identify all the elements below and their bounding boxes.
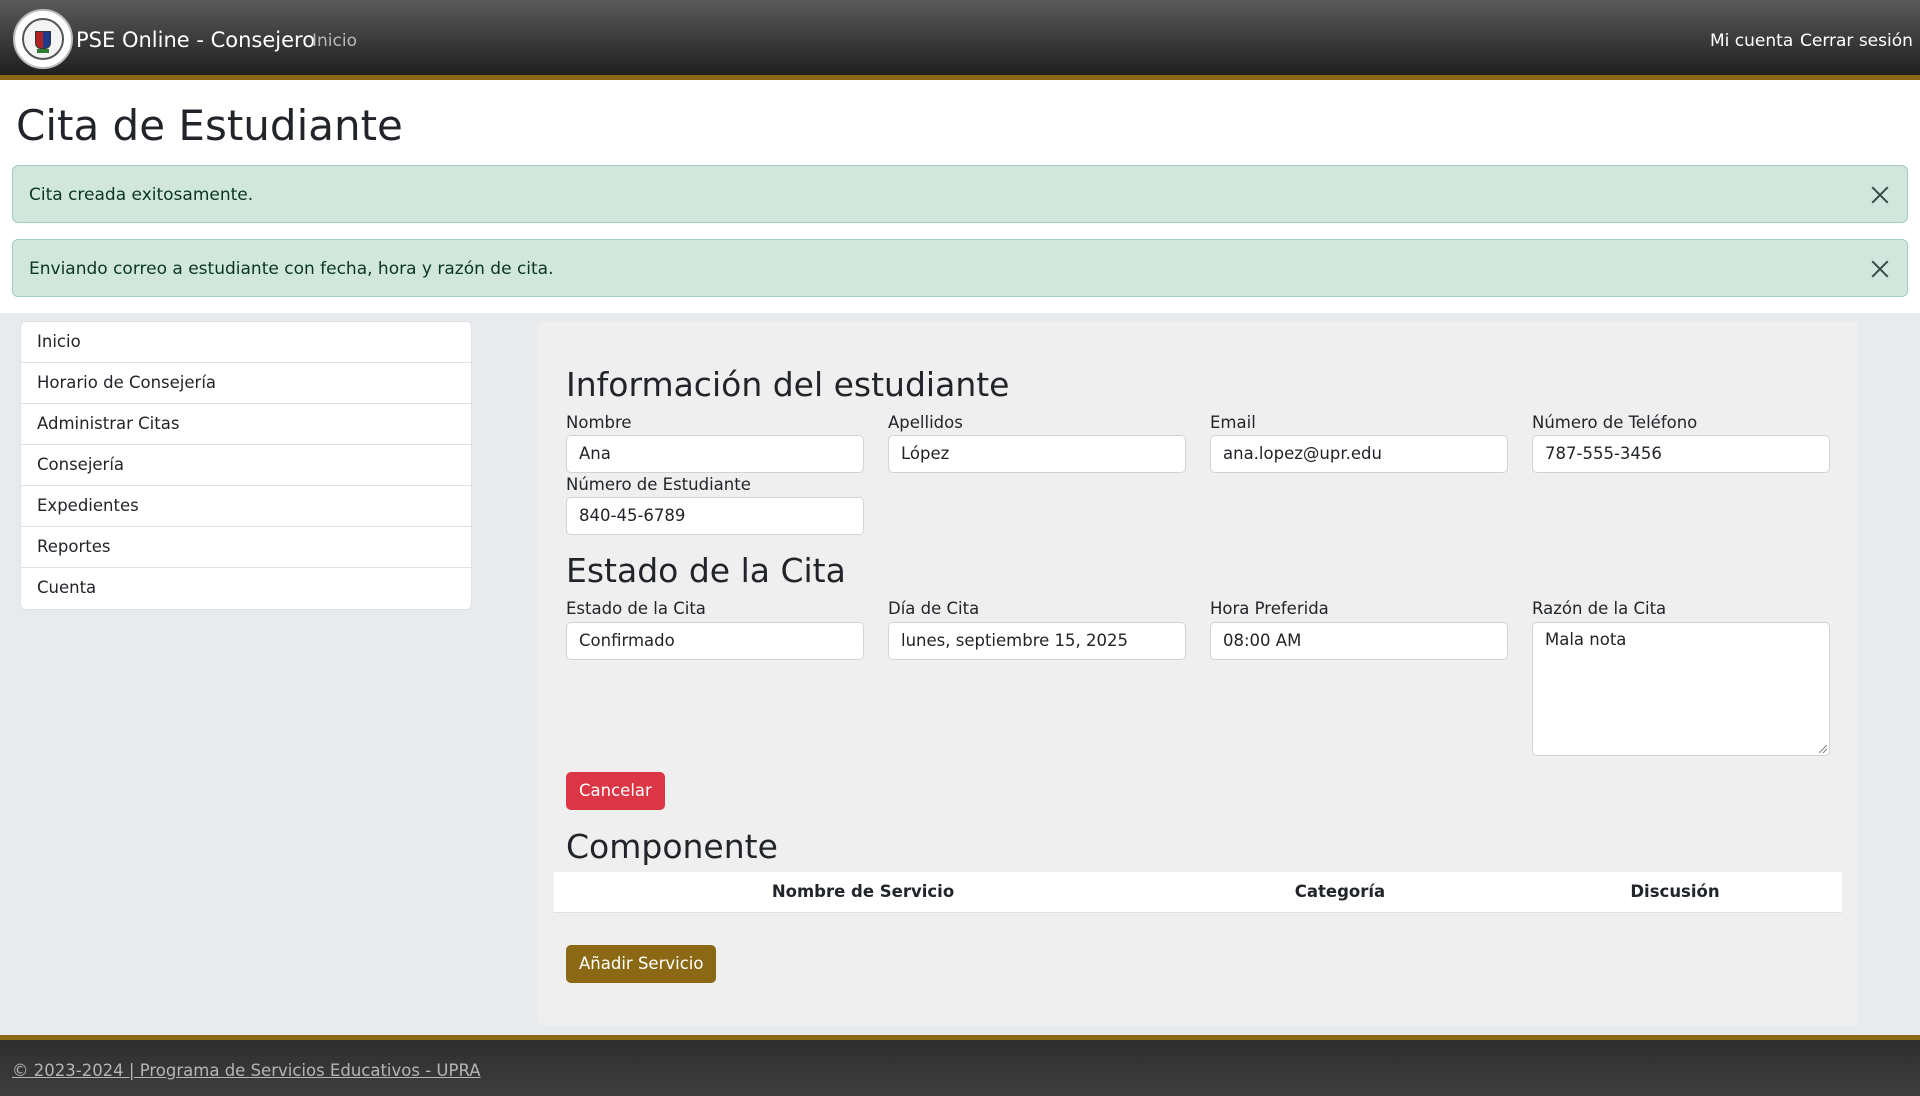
cancel-button[interactable]: Cancelar bbox=[566, 772, 665, 810]
success-alert-email: Enviando correo a estudiante con fecha, … bbox=[12, 239, 1908, 297]
numero-estudiante-label: Número de Estudiante bbox=[566, 475, 751, 494]
shield-icon bbox=[35, 31, 51, 49]
email-field[interactable]: ana.lopez@upr.edu bbox=[1210, 435, 1508, 473]
alert-message: Cita creada exitosamente. bbox=[29, 185, 254, 205]
success-alert-created: Cita creada exitosamente. bbox=[12, 165, 1908, 223]
sidebar-menu: Inicio Horario de Consejería Administrar… bbox=[20, 321, 472, 610]
estado-field[interactable]: Confirmado bbox=[566, 622, 864, 660]
email-label: Email bbox=[1210, 413, 1256, 432]
estado-label: Estado de la Cita bbox=[566, 599, 706, 618]
nav-link-inicio[interactable]: Inicio bbox=[312, 30, 357, 52]
sidebar-item-horario-consejeria[interactable]: Horario de Consejería bbox=[21, 363, 471, 404]
sidebar-item-reportes[interactable]: Reportes bbox=[21, 527, 471, 568]
column-header-discusion[interactable]: Discusión bbox=[1508, 872, 1842, 912]
nav-link-mi-cuenta[interactable]: Mi cuenta bbox=[1710, 30, 1793, 52]
page-title: Cita de Estudiante bbox=[16, 101, 403, 150]
close-icon[interactable] bbox=[1869, 184, 1891, 206]
razon-label: Razón de la Cita bbox=[1532, 599, 1667, 618]
university-seal-logo[interactable] bbox=[13, 9, 73, 69]
nombre-label: Nombre bbox=[566, 413, 632, 432]
sidebar-item-administrar-citas[interactable]: Administrar Citas bbox=[21, 404, 471, 445]
alert-message: Enviando correo a estudiante con fecha, … bbox=[29, 259, 554, 279]
footer: © 2023-2024 | Programa de Servicios Educ… bbox=[0, 1035, 1920, 1096]
hora-field[interactable]: 08:00 AM bbox=[1210, 622, 1508, 660]
nombre-field[interactable]: Ana bbox=[566, 435, 864, 473]
student-info-heading: Información del estudiante bbox=[566, 365, 1010, 404]
sidebar-item-cuenta[interactable]: Cuenta bbox=[21, 568, 471, 609]
seal-base-icon bbox=[37, 49, 49, 53]
footer-copyright-link[interactable]: © 2023-2024 | Programa de Servicios Educ… bbox=[12, 1060, 481, 1082]
sidebar-item-inicio[interactable]: Inicio bbox=[21, 322, 471, 363]
dia-field[interactable]: lunes, septiembre 15, 2025 bbox=[888, 622, 1186, 660]
add-service-button[interactable]: Añadir Servicio bbox=[566, 945, 717, 983]
services-table-header: Nombre de Servicio Categoría Discusión bbox=[554, 872, 1842, 913]
apellidos-label: Apellidos bbox=[888, 413, 963, 432]
top-navbar: PSE Online - Consejero Inicio Mi cuenta … bbox=[0, 0, 1920, 80]
column-header-categoria[interactable]: Categoría bbox=[1172, 872, 1508, 912]
hora-label: Hora Preferida bbox=[1210, 599, 1329, 618]
razon-textarea[interactable]: Mala nota bbox=[1532, 622, 1830, 756]
sidebar-item-consejeria[interactable]: Consejería bbox=[21, 445, 471, 486]
brand-title[interactable]: PSE Online - Consejero bbox=[76, 25, 315, 55]
column-header-nombre-servicio[interactable]: Nombre de Servicio bbox=[554, 872, 1172, 912]
razon-text: Mala nota bbox=[1545, 630, 1627, 649]
telefono-label: Número de Teléfono bbox=[1532, 413, 1698, 432]
seal-ring-icon bbox=[22, 18, 64, 60]
nav-link-cerrar-sesion[interactable]: Cerrar sesión bbox=[1800, 30, 1913, 52]
close-icon[interactable] bbox=[1869, 258, 1891, 280]
appointment-status-heading: Estado de la Cita bbox=[566, 551, 846, 590]
sidebar-item-expedientes[interactable]: Expedientes bbox=[21, 486, 471, 527]
telefono-field[interactable]: 787-555-3456 bbox=[1532, 435, 1830, 473]
dia-label: Día de Cita bbox=[888, 599, 980, 618]
apellidos-field[interactable]: López bbox=[888, 435, 1186, 473]
resize-handle-icon[interactable] bbox=[1819, 745, 1827, 753]
numero-estudiante-field[interactable]: 840-45-6789 bbox=[566, 497, 864, 535]
component-heading: Componente bbox=[566, 827, 778, 866]
